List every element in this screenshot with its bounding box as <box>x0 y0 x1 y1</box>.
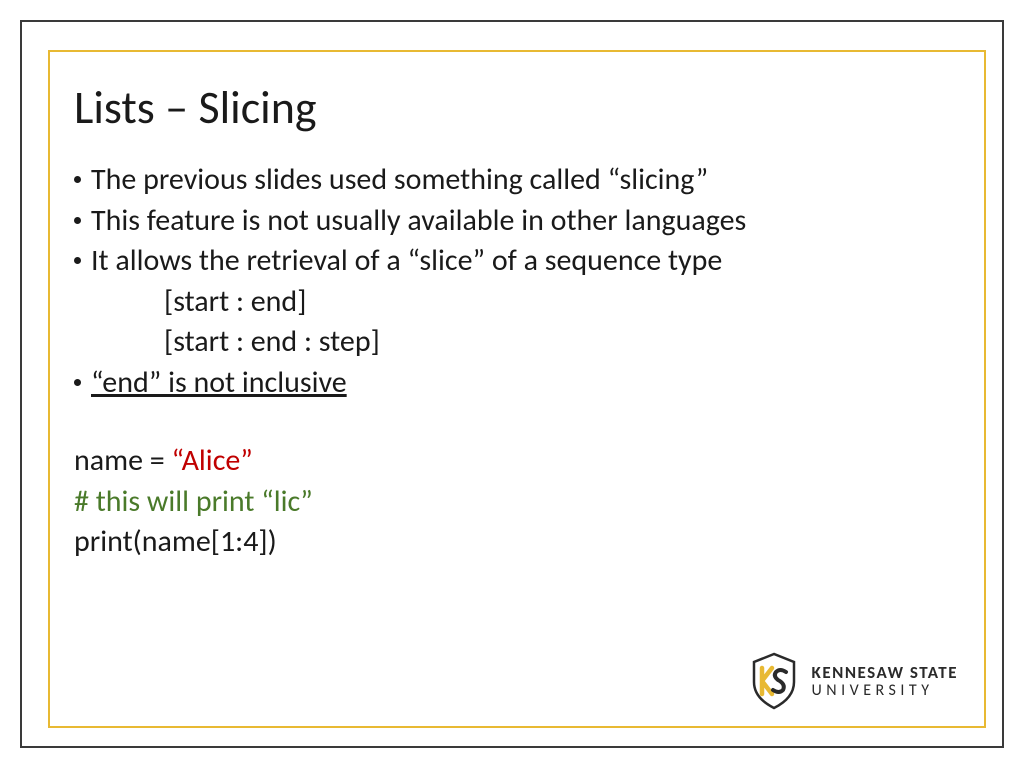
slide-content: Lists – Slicing The previous slides used… <box>74 80 950 708</box>
bullet-dot-icon <box>74 379 81 386</box>
bullet-text: It allows the retrieval of a “slice” of … <box>91 241 950 282</box>
bullet-item: This feature is not usually available in… <box>74 201 950 242</box>
code-line: name = “Alice” <box>74 441 950 482</box>
bullet-text: This feature is not usually available in… <box>91 201 950 242</box>
bullet-text: The previous slides used something calle… <box>91 160 950 201</box>
code-string: “Alice” <box>172 442 253 479</box>
code-example: name = “Alice” # this will print “lic” p… <box>74 441 950 563</box>
syntax-line: [start : end : step] <box>74 322 950 363</box>
slide-title: Lists – Slicing <box>74 80 950 136</box>
bullet-text: “end” is not inclusive <box>91 363 950 404</box>
logo-text: KENNESAW STATE UNIVERSITY <box>812 664 958 699</box>
university-logo: KENNESAW STATE UNIVERSITY <box>748 652 958 710</box>
code-assign: name = <box>74 442 172 479</box>
logo-line2: UNIVERSITY <box>812 683 958 699</box>
code-print: print(name[1:4]) <box>74 522 950 563</box>
bullet-item: The previous slides used something calle… <box>74 160 950 201</box>
logo-line1: KENNESAW STATE <box>812 664 958 681</box>
slide-body: The previous slides used something calle… <box>74 160 950 563</box>
bullet-item: It allows the retrieval of a “slice” of … <box>74 241 950 282</box>
bullet-item: “end” is not inclusive <box>74 363 950 404</box>
logo-mark-icon <box>748 652 800 710</box>
bullet-dot-icon <box>74 257 81 264</box>
bullet-dot-icon <box>74 176 81 183</box>
syntax-line: [start : end] <box>74 282 950 323</box>
code-comment: # this will print “lic” <box>74 482 950 523</box>
bullet-dot-icon <box>74 217 81 224</box>
